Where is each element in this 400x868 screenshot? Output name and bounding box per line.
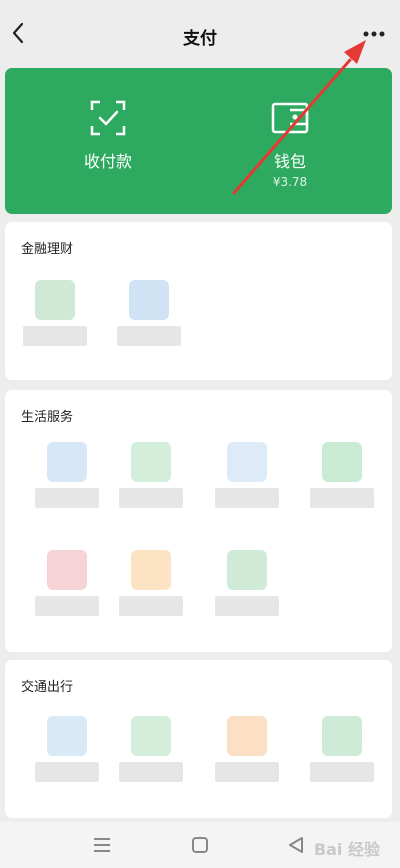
wallet-label: 钱包 [273, 152, 306, 171]
life-service-label [35, 488, 99, 508]
transport-icon [131, 716, 171, 756]
transport-tile[interactable] [35, 716, 99, 782]
finance-tile-icon [35, 280, 75, 320]
transport-tile[interactable] [215, 716, 279, 782]
menu-nav-button[interactable] [90, 834, 114, 856]
life-service-label [35, 596, 99, 616]
menu-icon [94, 838, 110, 852]
transport-label [119, 762, 183, 782]
life-service-label [215, 488, 279, 508]
transport-icon [322, 716, 362, 756]
life-service-icon [227, 442, 267, 482]
finance-tile[interactable] [117, 280, 181, 346]
life-service-tile[interactable] [35, 442, 99, 508]
finance-tile[interactable] [23, 280, 87, 346]
transport-label [310, 762, 374, 782]
life-services-section-title: 生活服务 [21, 410, 74, 425]
life-service-icon [322, 442, 362, 482]
life-service-tile[interactable] [215, 442, 279, 508]
life-service-icon [227, 550, 267, 590]
life-service-label [119, 596, 183, 616]
home-nav-button[interactable] [188, 834, 212, 856]
finance-section-title: 金融理财 [21, 242, 74, 257]
more-dots-icon [363, 31, 385, 37]
watermark-text: Bai 经验 [313, 840, 380, 859]
life-service-label [215, 596, 279, 616]
life-service-tile[interactable] [35, 550, 99, 616]
status-bar [0, 0, 400, 12]
top-navbar: 支付 [0, 12, 400, 58]
wallet-icon [271, 102, 309, 134]
transport-tile[interactable] [310, 716, 374, 782]
life-service-tile[interactable] [119, 550, 183, 616]
receive-pay-label: 收付款 [83, 152, 132, 171]
scan-icon [90, 100, 126, 136]
life-service-tile[interactable] [310, 442, 374, 508]
payment-hero-card: 收付款 钱包 ¥3.78 [5, 68, 392, 214]
transport-icon [47, 716, 87, 756]
page-title: 支付 [183, 29, 217, 49]
wallet-balance: ¥3.78 [272, 175, 308, 189]
wallet-button[interactable]: 钱包 ¥3.78 [215, 98, 365, 189]
finance-tile-label [117, 326, 181, 346]
transport-section-title: 交通出行 [21, 680, 74, 695]
finance-tile-icon [129, 280, 169, 320]
finance-section: 金融理财 [5, 222, 392, 380]
finance-tile-label [23, 326, 87, 346]
system-nav-bar: Bai 经验 [0, 822, 400, 868]
receive-pay-button[interactable]: 收付款 [33, 98, 183, 172]
back-nav-button[interactable] [284, 834, 308, 856]
transport-label [35, 762, 99, 782]
transport-icon [227, 716, 267, 756]
life-service-icon [47, 442, 87, 482]
life-service-tile[interactable] [119, 442, 183, 508]
life-service-label [310, 488, 374, 508]
life-service-icon [47, 550, 87, 590]
transport-tile[interactable] [119, 716, 183, 782]
life-service-icon [131, 442, 171, 482]
home-square-icon [192, 837, 208, 853]
triangle-back-icon [289, 837, 303, 853]
life-service-tile[interactable] [215, 550, 279, 616]
more-options-button[interactable] [360, 26, 388, 42]
transport-label [215, 762, 279, 782]
life-services-section: 生活服务 [5, 390, 392, 652]
life-service-label [119, 488, 183, 508]
transport-section: 交通出行 [5, 660, 392, 818]
life-service-icon [131, 550, 171, 590]
